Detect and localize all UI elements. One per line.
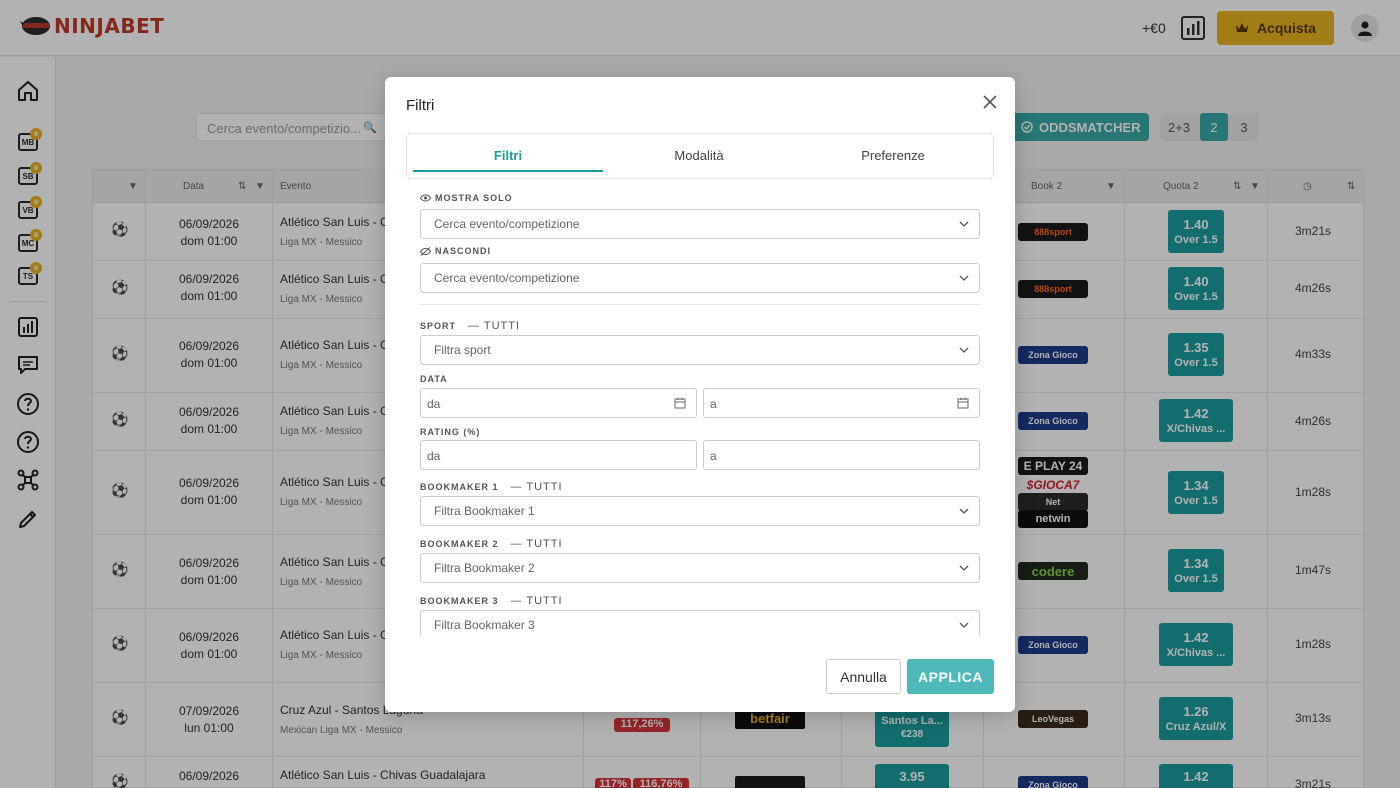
sport-tutti: — TUTTI: [468, 320, 521, 332]
active-tab-indicator: [413, 170, 603, 172]
tab-filtri[interactable]: Filtri: [413, 148, 603, 163]
date-to-input[interactable]: a: [703, 388, 980, 418]
bookmaker3-select[interactable]: Filtra Bookmaker 3: [420, 610, 980, 635]
chevron-down-icon: [959, 275, 969, 281]
nascondi-placeholder: Cerca evento/competizione: [434, 271, 580, 285]
bookmaker2-tutti: — TUTTI: [510, 538, 563, 550]
data-text: DATA: [420, 374, 448, 384]
tab-preferenze[interactable]: Preferenze: [798, 148, 988, 163]
close-icon[interactable]: [981, 93, 999, 111]
bookmaker2-select[interactable]: Filtra Bookmaker 2: [420, 553, 980, 583]
sport-text: SPORT: [420, 321, 457, 331]
date-from-input[interactable]: da: [420, 388, 697, 418]
mostra-solo-select[interactable]: Cerca evento/competizione: [420, 209, 980, 239]
bookmaker3-text: BOOKMAKER 3: [420, 596, 499, 606]
chevron-down-icon: [959, 622, 969, 628]
modal-title: Filtri: [406, 97, 435, 114]
mostra-solo-text: MOSTRA SOLO: [435, 193, 513, 203]
eye-off-icon: [420, 246, 431, 256]
chevron-down-icon: [959, 347, 969, 353]
bookmaker2-text: BOOKMAKER 2: [420, 539, 499, 549]
chevron-down-icon: [959, 508, 969, 514]
sport-select[interactable]: Filtra sport: [420, 335, 980, 365]
date-to-placeholder: a: [710, 397, 717, 411]
form-divider: [420, 304, 980, 305]
eye-icon: [420, 194, 431, 202]
calendar-icon[interactable]: [674, 397, 686, 409]
cancel-button[interactable]: Annulla: [826, 659, 901, 694]
rating-to-placeholder: a: [710, 449, 717, 463]
sport-label: SPORT — TUTTI: [420, 320, 520, 332]
data-label: DATA: [420, 374, 448, 384]
tab-modalita[interactable]: Modalità: [604, 148, 794, 163]
filters-form[interactable]: MOSTRA SOLO Cerca evento/competizione NA…: [420, 187, 980, 635]
bookmaker1-placeholder: Filtra Bookmaker 1: [434, 504, 535, 518]
nascondi-text: NASCONDI: [435, 246, 492, 256]
date-from-placeholder: da: [427, 397, 441, 411]
mostra-solo-placeholder: Cerca evento/competizione: [434, 217, 580, 231]
rating-from-input[interactable]: da: [420, 440, 697, 470]
bookmaker2-placeholder: Filtra Bookmaker 2: [434, 561, 535, 575]
chevron-down-icon: [959, 221, 969, 227]
modal-tabs: Filtri Modalità Preferenze: [406, 133, 994, 179]
chevron-down-icon: [959, 565, 969, 571]
rating-text: RATING (%): [420, 427, 481, 437]
bookmaker1-text: BOOKMAKER 1: [420, 482, 499, 492]
rating-label: RATING (%): [420, 427, 480, 437]
sport-placeholder: Filtra sport: [434, 343, 491, 357]
bookmaker3-tutti: — TUTTI: [510, 595, 563, 607]
bookmaker1-tutti: — TUTTI: [510, 481, 563, 493]
rating-from-placeholder: da: [427, 449, 441, 463]
bookmaker1-select[interactable]: Filtra Bookmaker 1: [420, 496, 980, 526]
apply-button[interactable]: APPLICA: [907, 659, 994, 694]
filters-modal: Filtri Filtri Modalità Preferenze MOSTRA…: [385, 77, 1015, 712]
rating-to-input[interactable]: a: [703, 440, 980, 470]
nascondi-label: NASCONDI: [420, 246, 491, 256]
calendar-icon[interactable]: [957, 397, 969, 409]
mostra-solo-label: MOSTRA SOLO: [420, 193, 513, 203]
bookmaker3-placeholder: Filtra Bookmaker 3: [434, 618, 535, 632]
nascondi-select[interactable]: Cerca evento/competizione: [420, 263, 980, 293]
bookmaker1-label: BOOKMAKER 1 — TUTTI: [420, 481, 563, 493]
bookmaker2-label: BOOKMAKER 2 — TUTTI: [420, 538, 563, 550]
bookmaker3-label: BOOKMAKER 3 — TUTTI: [420, 595, 563, 607]
